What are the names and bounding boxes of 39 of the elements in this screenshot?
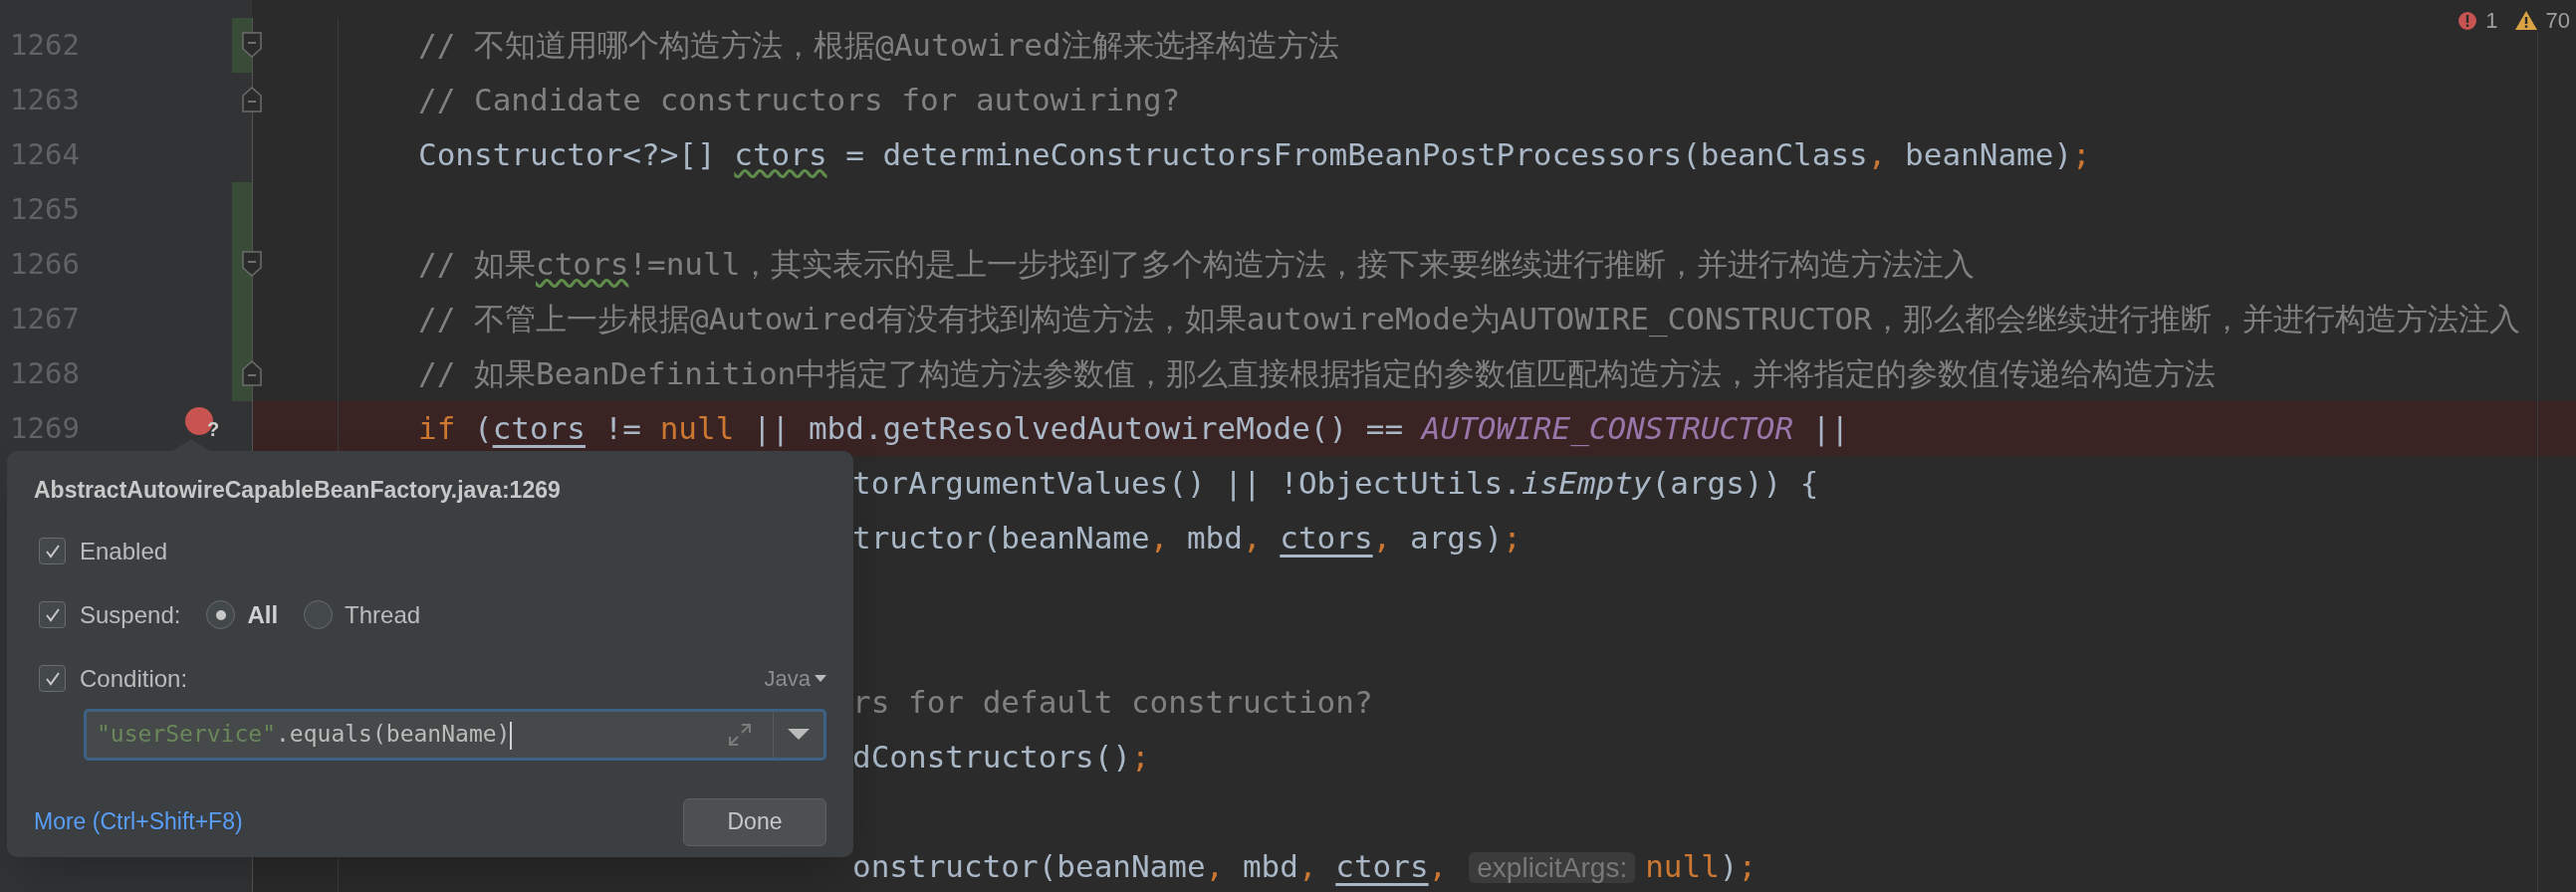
condition-field[interactable]: "userService".equals(beanName): [84, 708, 826, 761]
radio-button[interactable]: [206, 600, 236, 629]
warning-count[interactable]: 70: [2545, 4, 2570, 37]
error-icon[interactable]: [2458, 10, 2478, 31]
code-line: tructor(beanName, mbd, ctors, args);: [852, 520, 1522, 557]
code-line: // 如果BeanDefinition中指定了构造方法参数值，那么直接根据指定的参数值匹配构造方法，并将指定的参数值传递给构造方法: [418, 355, 2217, 392]
checkbox[interactable]: [39, 665, 66, 692]
condition-label[interactable]: Condition:: [80, 660, 188, 697]
code-line: // 不管上一步根据@Autowired有没有找到构造方法，如果autowireMode为AUTOWIRE_CONSTRUCTOR，那么都会继续进行推断，并进行构造方法注入: [418, 301, 2520, 337]
code-line: // 不知道用哪个构造方法，根据@Autowired注解来选择构造方法: [418, 27, 1339, 64]
dropdown-arrow-icon[interactable]: [788, 728, 810, 741]
radio-label[interactable]: All: [247, 596, 279, 633]
code-line: // Candidate constructors for autowiring?: [418, 82, 1181, 118]
expand-icon[interactable]: [727, 721, 753, 748]
fold-icon[interactable]: [241, 250, 263, 278]
code-line: rs for default construction?: [852, 684, 1373, 721]
radio-label[interactable]: Thread: [345, 596, 421, 633]
code-line: onstructor(beanName, mbd, ctors, explicitArgs: null);: [852, 848, 1757, 885]
enabled-label[interactable]: Enabled: [80, 533, 168, 569]
checkbox[interactable]: [39, 538, 66, 564]
fold-icon[interactable]: [241, 86, 263, 113]
code-line: // 如果ctors!=null，其实表示的是上一步找到了多个构造方法，接下来要继续进行推断，并进行构造方法注入: [418, 246, 1976, 283]
warning-icon[interactable]: [2513, 10, 2538, 31]
code-line: dConstructors();: [852, 739, 1150, 776]
done-button[interactable]: Done: [683, 797, 826, 846]
radio-button[interactable]: [304, 600, 334, 629]
error-count[interactable]: 1: [2485, 4, 2498, 37]
fold-icon[interactable]: [241, 31, 263, 59]
language-dropdown[interactable]: Java: [764, 662, 826, 695]
caret-icon: [815, 674, 826, 683]
code-line: if (ctors != null || mbd.getResolvedAutowireMode() == AUTOWIRE_CONSTRUCTOR ||: [418, 410, 1850, 447]
parameter-hint: explicitArgs:: [1469, 852, 1636, 884]
more-link[interactable]: More (Ctrl+Shift+F8): [34, 804, 243, 839]
code-line: torArgumentValues() || !ObjectUtils.isEmpty(args)) {: [852, 465, 1819, 502]
popup-title: AbstractAutowireCapableBeanFactory.java:1269: [34, 476, 562, 505]
checkbox[interactable]: [39, 601, 66, 628]
suspend-label[interactable]: Suspend:: [80, 596, 181, 633]
code-line: Constructor<?>[] ctors = determineConstructorsFromBeanPostProcessors(beanClass, beanName);: [418, 136, 2091, 173]
fold-icon[interactable]: [241, 359, 263, 387]
